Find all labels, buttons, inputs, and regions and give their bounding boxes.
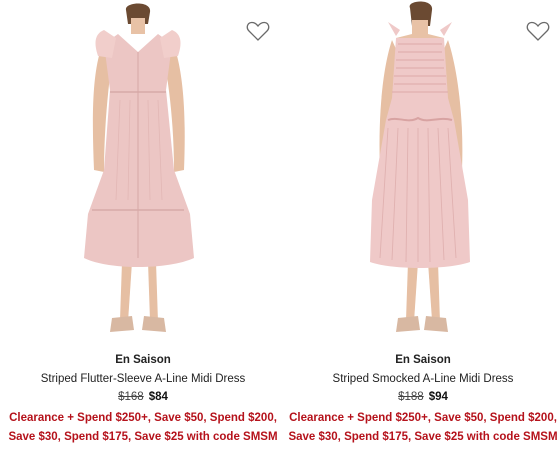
- product-card[interactable]: En Saison Striped Flutter-Sleeve A-Line …: [8, 0, 278, 475]
- promo-text: Clearance + Spend $250+, Save $50, Spend…: [8, 412, 278, 443]
- product-grid: En Saison Striped Flutter-Sleeve A-Line …: [0, 0, 559, 475]
- product-name[interactable]: Striped Flutter-Sleeve A-Line Midi Dress: [8, 373, 278, 385]
- favorite-button[interactable]: [526, 20, 550, 42]
- heart-outline-icon: [246, 21, 270, 41]
- product-price: $188 $94: [288, 391, 558, 403]
- dress-smocked-image: [370, 1, 470, 332]
- product-image[interactable]: [288, 0, 558, 345]
- original-price: $188: [398, 391, 424, 403]
- favorite-button[interactable]: [246, 20, 270, 42]
- heart-outline-icon: [526, 21, 550, 41]
- promo-text: Clearance + Spend $250+, Save $50, Spend…: [288, 412, 558, 443]
- sale-price: $94: [428, 391, 448, 403]
- product-name[interactable]: Striped Smocked A-Line Midi Dress: [288, 373, 558, 385]
- original-price: $168: [118, 391, 144, 403]
- product-brand: En Saison: [395, 354, 451, 366]
- product-price: $168 $84: [8, 391, 278, 403]
- product-brand: En Saison: [115, 354, 171, 366]
- product-card[interactable]: En Saison Striped Smocked A-Line Midi Dr…: [288, 0, 558, 475]
- product-image[interactable]: [8, 0, 278, 345]
- dress-flutter-sleeve-image: [84, 3, 194, 332]
- sale-price: $84: [148, 391, 168, 403]
